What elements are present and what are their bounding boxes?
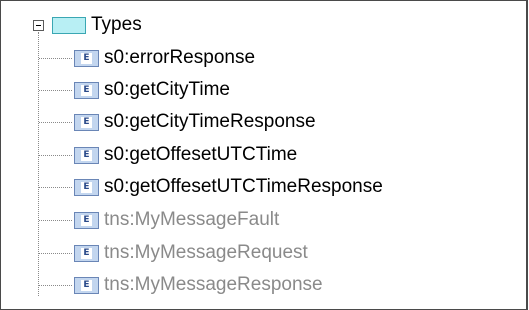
tree-item[interactable]: Etns:MyMessageFault bbox=[0, 207, 529, 233]
element-badge: E bbox=[83, 53, 90, 63]
tree-connector-branch bbox=[39, 58, 72, 59]
tree-item-label[interactable]: s0:getOffesetUTCTimeResponse bbox=[104, 174, 383, 200]
element-badge: E bbox=[83, 248, 90, 258]
schema-tree: Types Es0:errorResponse Es0:getCityTime Es… bbox=[0, 0, 529, 310]
element-badge: E bbox=[83, 182, 90, 192]
element-icon: E bbox=[74, 212, 99, 229]
tree-item-label[interactable]: s0:getCityTime bbox=[104, 77, 230, 103]
element-icon: E bbox=[74, 50, 99, 67]
tree-item[interactable]: Etns:MyMessageRequest bbox=[0, 240, 529, 266]
tree-item[interactable]: Es0:getCityTimeResponse bbox=[0, 109, 529, 135]
tree-root-types[interactable]: Types bbox=[91, 13, 142, 37]
element-icon: E bbox=[74, 114, 99, 131]
tree-connector-branch bbox=[39, 155, 72, 156]
element-badge: E bbox=[83, 280, 90, 290]
collapse-toggle-icon[interactable] bbox=[33, 20, 44, 31]
tree-connector-branch bbox=[39, 220, 72, 221]
tree-connector-branch bbox=[39, 285, 72, 286]
tree-item[interactable]: Etns:MyMessageResponse bbox=[0, 272, 529, 298]
tree-item[interactable]: Es0:getOffesetUTCTime bbox=[0, 142, 529, 168]
tree-connector-branch bbox=[39, 187, 72, 188]
tree-item[interactable]: Es0:getCityTime bbox=[0, 77, 529, 103]
tree-connector-branch bbox=[39, 90, 72, 91]
tree-item-label[interactable]: tns:MyMessageRequest bbox=[104, 240, 308, 266]
element-icon: E bbox=[74, 147, 99, 164]
element-icon: E bbox=[74, 179, 99, 196]
element-badge: E bbox=[83, 85, 90, 95]
tree-item-label[interactable]: tns:MyMessageResponse bbox=[104, 272, 323, 298]
element-badge: E bbox=[83, 117, 90, 127]
folder-icon bbox=[52, 17, 86, 34]
tree-connector-branch bbox=[39, 253, 72, 254]
tree-item-label[interactable]: s0:getCityTimeResponse bbox=[104, 109, 316, 135]
element-icon: E bbox=[74, 277, 99, 294]
element-icon: E bbox=[74, 82, 99, 99]
tree-item[interactable]: Es0:getOffesetUTCTimeResponse bbox=[0, 174, 529, 200]
tree-connector-branch bbox=[39, 122, 72, 123]
element-badge: E bbox=[83, 150, 90, 160]
tree-item-label[interactable]: s0:errorResponse bbox=[104, 45, 255, 71]
element-badge: E bbox=[83, 215, 90, 225]
tree-item[interactable]: Es0:errorResponse bbox=[0, 45, 529, 71]
tree-item-label[interactable]: s0:getOffesetUTCTime bbox=[104, 142, 297, 168]
element-icon: E bbox=[74, 245, 99, 262]
tree-item-label[interactable]: tns:MyMessageFault bbox=[104, 207, 279, 233]
